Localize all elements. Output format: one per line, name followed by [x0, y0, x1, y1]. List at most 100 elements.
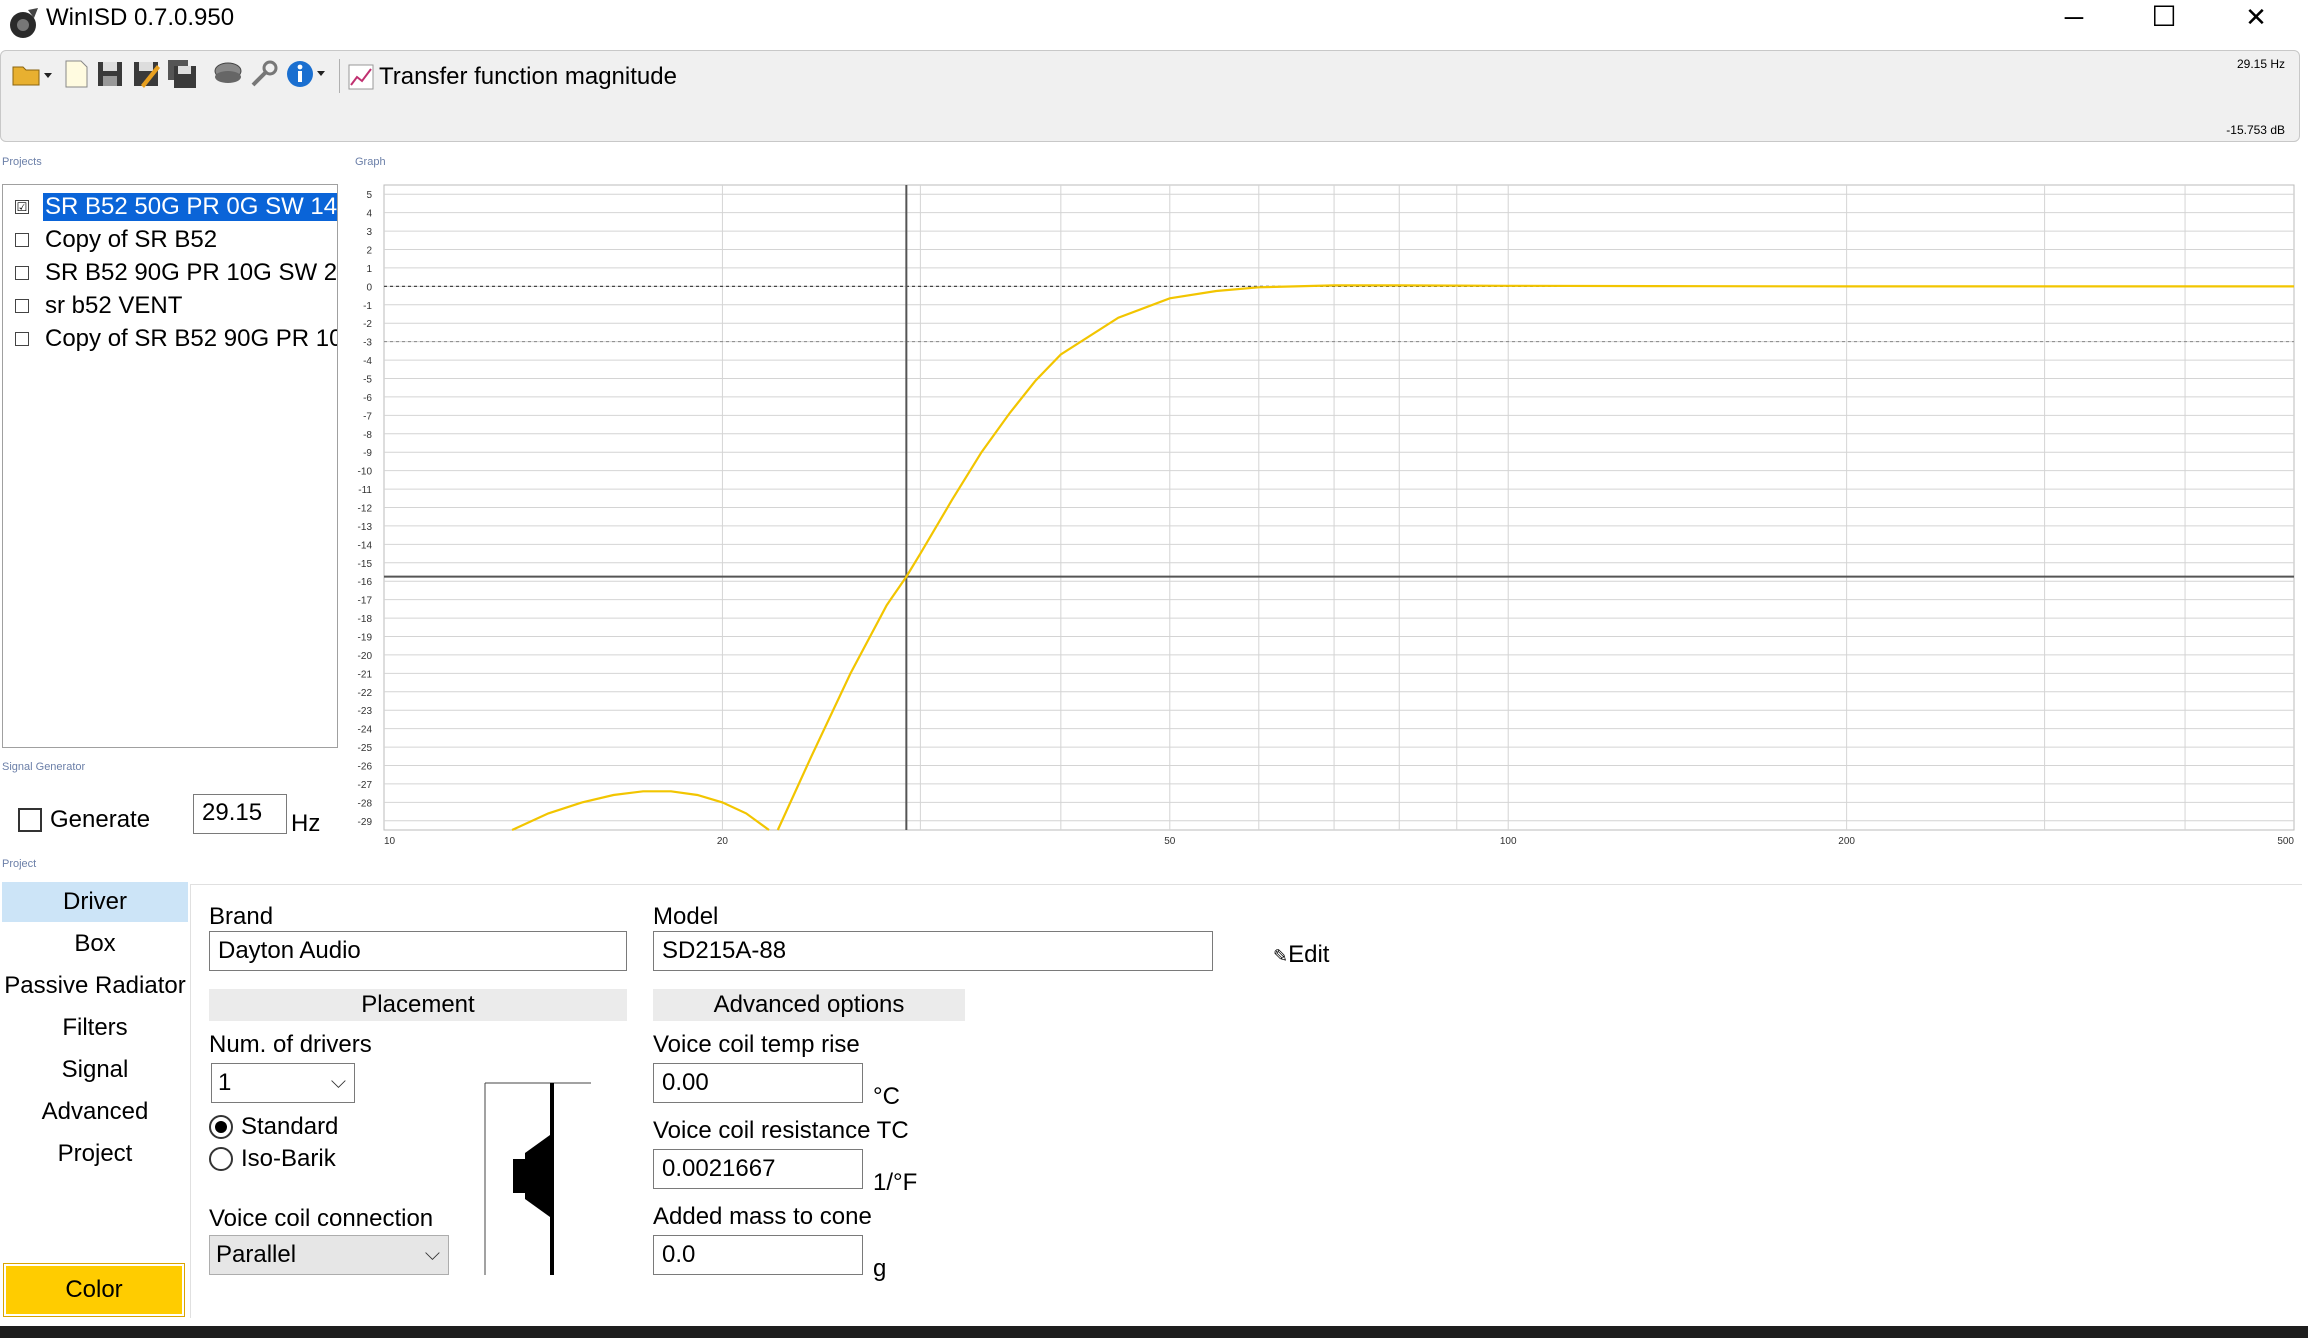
y-tick-label: -10 [358, 467, 373, 478]
driver-panel: Brand Dayton Audio Model SD215A-88 ✎Edit… [190, 884, 2302, 1318]
vc-resistance-tc-unit: 1/°F [873, 1169, 918, 1196]
project-item[interactable]: SR B52 90G PR 10G SW 21L [3, 256, 337, 288]
model-label: Model [653, 903, 719, 930]
project-name: sr b52 VENT [45, 292, 183, 319]
tools-wrench-icon[interactable] [249, 59, 279, 89]
voice-coil-connection-label: Voice coil connection [209, 1205, 434, 1232]
y-tick-label: -11 [358, 485, 372, 496]
isobarik-label: Iso-Barik [241, 1145, 336, 1172]
generate-checkbox[interactable] [18, 808, 42, 832]
graph-type-icon[interactable] [347, 63, 375, 91]
toolbar-separator [339, 59, 340, 93]
save-as-icon[interactable] [131, 59, 161, 89]
project-checkbox[interactable] [15, 299, 29, 313]
advanced-options-header: Advanced options [653, 989, 965, 1021]
chevron-down-icon: ⌵ [424, 1243, 440, 1265]
project-section-label: Project [2, 858, 37, 870]
y-tick-label: -28 [358, 798, 373, 809]
y-tick-label: -17 [358, 596, 373, 607]
num-drivers-select[interactable]: 1 ⌵ [211, 1063, 355, 1103]
tab-signal[interactable]: Signal [2, 1050, 188, 1090]
isobarik-radio[interactable] [209, 1147, 233, 1171]
graph-area[interactable]: 5 4 3 2 1 0 -1 -2 -3 -4 -5 -6 -7 -8 -9 -10 -11 -12 -13 -14-… [340, 180, 2300, 860]
tab-filters[interactable]: Filters [2, 1008, 188, 1048]
project-name: SR B52 50G PR 0G SW 14L E [41, 192, 337, 222]
info-icon[interactable] [285, 59, 329, 89]
signal-generator-section-label: Signal Generator [2, 761, 86, 773]
vc-temp-rise-field[interactable]: 0.00 [653, 1063, 863, 1103]
transfer-function-chart[interactable]: 543210-1-2-3-4-5-6-7-8-9-10-11-12-13-14-… [340, 180, 2300, 860]
save-all-icon[interactable] [167, 59, 197, 89]
model-field[interactable]: SD215A-88 [653, 931, 1213, 971]
y-tick-label: -6 [363, 393, 372, 404]
y-tick-label: 0 [366, 282, 372, 293]
y-tick-label: -29 [358, 817, 373, 828]
project-checkbox[interactable] [15, 233, 29, 247]
y-tick-label: -24 [358, 725, 373, 736]
vc-temp-rise-unit: °C [873, 1083, 900, 1110]
standard-label: Standard [241, 1113, 339, 1140]
project-item[interactable]: Copy of SR B52 90G PR 10G [3, 322, 337, 354]
num-drivers-value: 1 [218, 1069, 232, 1096]
maximize-button[interactable]: ☐ [2118, 0, 2210, 36]
project-checkbox[interactable] [15, 266, 29, 280]
driver-database-icon[interactable] [213, 59, 243, 89]
y-tick-label: -25 [358, 743, 373, 754]
placement-header: Placement [209, 989, 627, 1021]
y-tick-label: -1 [363, 301, 372, 312]
edit-driver-button[interactable]: ✎Edit [1273, 941, 1329, 969]
tab-project[interactable]: Project [2, 1134, 188, 1174]
project-item[interactable]: sr b52 VENT [3, 289, 337, 321]
new-document-icon[interactable] [61, 59, 91, 89]
generator-frequency-input[interactable]: 29.15 [193, 794, 287, 834]
graph-section-label: Graph [355, 156, 386, 168]
tab-passive-radiator[interactable]: Passive Radiator [2, 966, 188, 1006]
winisd-logo-icon [10, 8, 38, 38]
y-tick-label: -8 [363, 430, 372, 441]
chevron-down-icon: ⌵ [330, 1071, 346, 1093]
vc-resistance-tc-label: Voice coil resistance TC [653, 1117, 909, 1144]
y-tick-label: -3 [363, 338, 372, 349]
y-tick-label: -26 [358, 762, 373, 773]
save-icon[interactable] [95, 59, 125, 89]
x-tick-label: 100 [1500, 836, 1517, 847]
tab-box[interactable]: Box [2, 924, 188, 964]
tab-driver[interactable]: Driver [2, 882, 188, 922]
pencil-icon: ✎ [1273, 946, 1289, 966]
y-tick-label: -16 [358, 577, 373, 588]
minimize-button[interactable]: ─ [2028, 0, 2120, 36]
project-item[interactable]: ☑ SR B52 50G PR 0G SW 14L E [3, 190, 337, 222]
brand-field[interactable]: Dayton Audio [209, 931, 627, 971]
y-tick-label: -15 [358, 559, 373, 570]
graph-type-selector[interactable]: Transfer function magnitude [379, 63, 677, 91]
y-tick-label: 2 [366, 246, 372, 257]
edit-label: Edit [1288, 941, 1330, 968]
open-folder-icon[interactable] [11, 59, 55, 89]
project-item[interactable]: Copy of SR B52 [3, 223, 337, 255]
vc-resistance-tc-field[interactable]: 0.0021667 [653, 1149, 863, 1189]
y-tick-label: -9 [363, 448, 372, 459]
tab-advanced[interactable]: Advanced [2, 1092, 188, 1132]
close-button[interactable]: ✕ [2210, 0, 2302, 36]
project-name: SR B52 90G PR 10G SW 21L [45, 259, 337, 286]
project-name: Copy of SR B52 90G PR 10G [45, 325, 337, 352]
voice-coil-connection-select[interactable]: Parallel ⌵ [209, 1235, 449, 1275]
color-button[interactable]: Color [3, 1263, 185, 1317]
num-drivers-label: Num. of drivers [209, 1031, 372, 1058]
project-tabs: Driver Box Passive Radiator Filters Signal Ad… [2, 882, 188, 1322]
x-tick-label: 10 [384, 836, 396, 847]
projects-list[interactable]: ☑ SR B52 50G PR 0G SW 14L E Copy of SR B52… [2, 184, 338, 748]
standard-radio[interactable] [209, 1115, 233, 1139]
y-tick-label: -21 [358, 669, 373, 680]
y-tick-label: 1 [366, 264, 372, 275]
y-tick-label: -18 [358, 614, 373, 625]
y-tick-label: -2 [363, 319, 372, 330]
added-mass-unit: g [873, 1255, 887, 1282]
y-tick-label: 5 [366, 190, 372, 201]
window-title: WinISD 0.7.0.950 [46, 4, 235, 31]
voice-coil-connection-value: Parallel [216, 1241, 297, 1268]
vc-temp-rise-label: Voice coil temp rise [653, 1031, 860, 1058]
project-checkbox[interactable] [15, 332, 29, 346]
project-checkbox[interactable]: ☑ [15, 200, 29, 214]
added-mass-field[interactable]: 0.0 [653, 1235, 863, 1275]
